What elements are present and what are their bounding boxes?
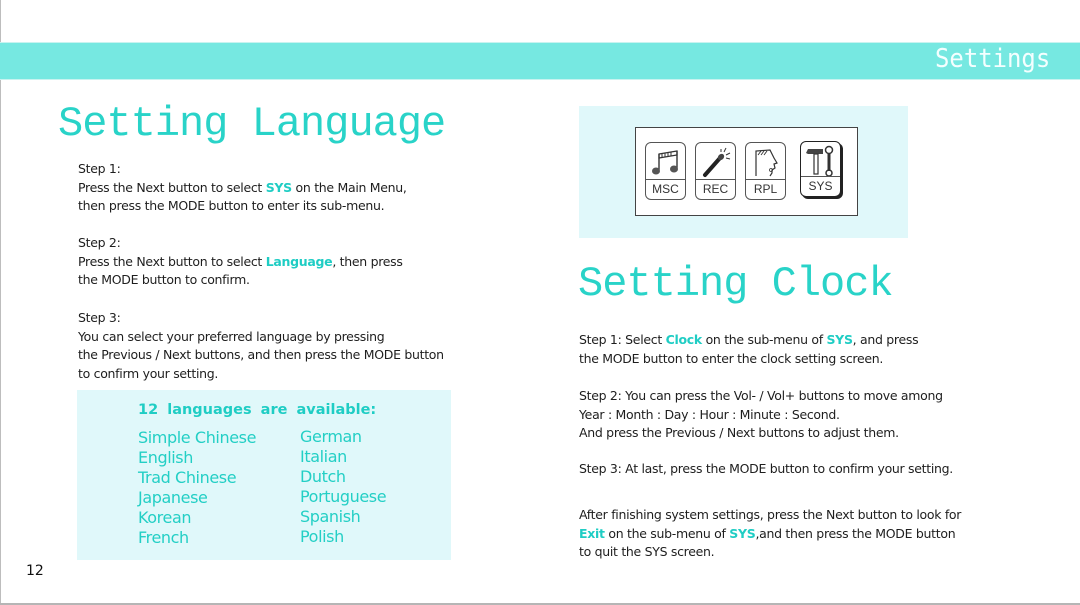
text-line: Step 2: You can press the Vol- / Vol+ bu… [579,387,943,406]
text-segment: You can select your preferred language b… [78,328,385,344]
text-segment: Step 3: At last, press the MODE button t… [579,461,953,476]
text-line: Press the Next button to select SYS on t… [78,179,407,198]
text-segment: And press the Previous / Next buttons to… [579,425,899,440]
language-step-1: Step 1: Press the Next button to select … [78,160,407,216]
header-band: Settings [0,42,1080,80]
step-label: Step 1: [78,161,121,176]
language-item: Polish [300,527,344,546]
text-segment: the Previous / Next buttons, and then pr… [78,347,444,362]
text-line: the MODE button to confirm. [78,271,403,290]
clock-step-3: Step 3: At last, press the MODE button t… [579,460,953,479]
text-line: to confirm your setting. [78,365,444,384]
text-segment: on the sub-menu of [701,332,827,347]
hammer-wrench-icon [806,145,834,177]
text-line: Exit on the sub-menu of SYS,and then pre… [579,525,961,544]
languages-box-title: 12 languages are available: [138,402,377,418]
language-item: English [138,448,193,467]
language-item: Japanese [138,488,208,507]
text-segment: on the sub-menu of [604,525,730,541]
text-segment: Step 1: Select [579,332,666,347]
language-step-2: Step 2: Press the Next button to select … [78,234,403,290]
text-line: to quit the SYS screen. [579,543,961,562]
text-line: Step 1: Select Clock on the sub-menu of … [579,331,919,350]
highlight-term: SYS [729,525,756,541]
languages-box: 12 languages are available: Simple Chine… [77,390,451,560]
language-item: Portuguese [300,487,387,506]
text-segment: to confirm your setting. [78,365,219,381]
speaking-head-icon [755,149,778,177]
language-item: Dutch [300,467,346,486]
step-text: Step 2: You can press the Vol- / Vol+ bu… [579,387,943,443]
language-item: French [138,528,189,547]
text-segment: the MODE button to enter the clock setti… [579,350,884,366]
language-item: Trad Chinese [138,468,237,487]
text-segment: After finishing system settings, press t… [579,507,962,522]
menu-icon-label: RPL [746,179,785,199]
text-line: And press the Previous / Next buttons to… [579,424,943,443]
text-line: After finishing system settings, press t… [579,506,961,525]
microphone-icon [703,147,731,177]
page-number: 12 [26,563,44,579]
step-text: Step 1: Select Clock on the sub-menu of … [579,331,919,369]
clock-section-title: Setting Clock [578,260,894,308]
music-notes-icon [652,150,678,175]
step-label: Step 2: [78,235,121,250]
text-segment: , then press [332,253,403,269]
page-left-border [0,0,1,605]
text-segment: , and press [852,332,919,347]
language-step-3: Step 3: You can select your preferred la… [78,309,444,383]
header-title: Settings [934,44,1050,74]
step-text: After finishing system settings, press t… [579,506,961,562]
clock-step-2: Step 2: You can press the Vol- / Vol+ bu… [579,387,943,443]
languages-column-2: German Italian Dutch Portuguese Spanish … [300,427,387,547]
language-section-title: Setting Language [58,100,446,148]
text-line: Press the Next button to select Language… [78,253,403,272]
step-label: Step 3: [78,310,121,325]
menu-icon-rpl: RPL [745,142,786,200]
text-line: then press the MODE button to enter its … [78,197,407,216]
menu-icon-sys: SYS [800,141,841,197]
text-line: You can select your preferred language b… [78,328,444,347]
text-segment: Press the Next button to select [78,253,266,269]
menu-icon-msc: MSC [645,142,686,200]
highlight-term: SYS [265,179,292,195]
language-item: Korean [138,508,192,527]
step-text: You can select your preferred language b… [78,328,444,384]
language-item: Simple Chinese [138,428,257,447]
text-segment: ,and then press the MODE button [755,525,956,541]
language-item: Italian [300,447,347,466]
main-menu-panel: MSC REC RPL SYS [579,106,908,238]
menu-icon-label: REC [696,179,735,199]
text-segment: then press the MODE button to enter its … [78,198,385,213]
highlight-term: Language [265,253,333,269]
text-line: the MODE button to enter the clock setti… [579,350,918,369]
highlight-term: SYS [826,332,853,347]
highlight-term: Exit [579,525,605,541]
highlight-term: Clock [665,332,703,347]
text-segment: Year : Month : Day : Hour : Minute : Sec… [579,406,840,422]
languages-column-1: Simple Chinese English Trad Chinese Japa… [138,428,256,548]
language-item: German [300,427,362,446]
clock-exit-note: After finishing system settings, press t… [579,506,961,562]
menu-icon-rec: REC [695,142,736,200]
language-item: Spanish [300,507,361,526]
text-line: the Previous / Next buttons, and then pr… [78,346,444,365]
text-segment: Press the Next button to select [78,179,266,195]
text-segment: on the Main Menu, [291,179,407,195]
menu-icon-label: SYS [801,176,840,196]
step-text: Press the Next button to select SYS on t… [78,179,407,216]
text-line: Step 3: At last, press the MODE button t… [579,460,953,479]
clock-step-1: Step 1: Select Clock on the sub-menu of … [579,331,919,369]
text-segment: Step 2: You can press the Vol- / Vol+ bu… [579,388,943,403]
main-menu-screen: MSC REC RPL SYS [635,127,858,216]
text-line: Year : Month : Day : Hour : Minute : Sec… [579,406,943,425]
step-text: Step 3: At last, press the MODE button t… [579,460,953,479]
text-segment: the MODE button to confirm. [78,272,250,287]
step-text: Press the Next button to select Language… [78,253,403,290]
menu-icon-label: MSC [646,179,685,199]
text-segment: to quit the SYS screen. [579,544,715,559]
